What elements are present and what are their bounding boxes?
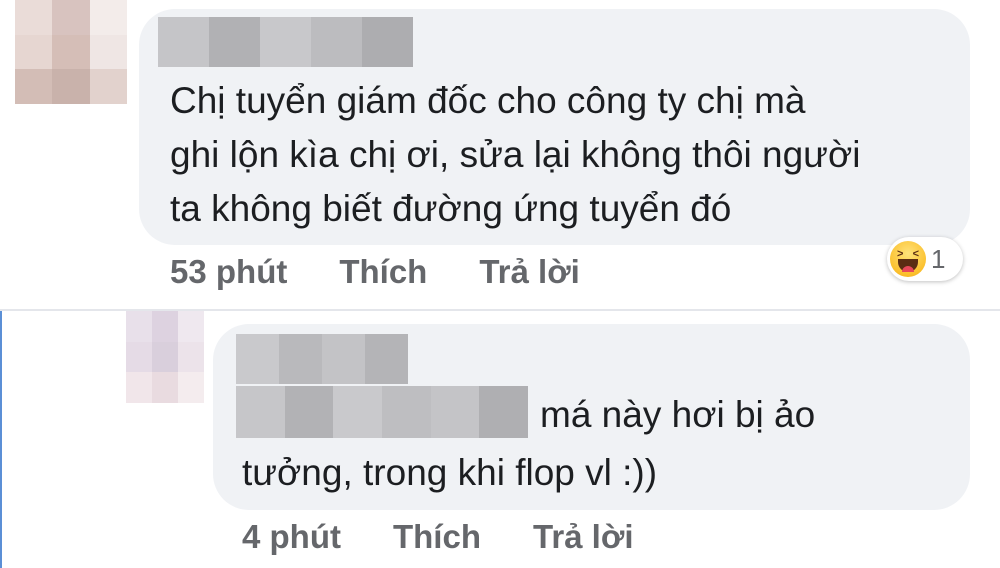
commenter-avatar-blurred[interactable] xyxy=(15,0,127,104)
haha-icon: > < xyxy=(890,241,926,277)
mention-tag-blurred[interactable] xyxy=(236,386,528,438)
reply-button[interactable]: Trả lời xyxy=(479,253,580,291)
comment-actions: 53 phút Thích Trả lời xyxy=(170,250,580,294)
commenter-name-blurred[interactable] xyxy=(158,17,413,67)
replier-avatar-blurred[interactable] xyxy=(126,311,204,403)
comment-text: Chị tuyển giám đốc cho công ty chị mà gh… xyxy=(170,80,861,229)
reply-reply-button[interactable]: Trả lời xyxy=(533,518,634,556)
reply-like-button[interactable]: Thích xyxy=(393,518,481,556)
reply-text-line-2: tưởng, trong khi flop vl :)) xyxy=(242,452,658,493)
reaction-summary[interactable]: > < 1 xyxy=(887,237,963,281)
reply-timestamp[interactable]: 4 phút xyxy=(242,518,341,556)
comment-timestamp[interactable]: 53 phút xyxy=(170,253,287,291)
reaction-count: 1 xyxy=(931,243,946,274)
like-button[interactable]: Thích xyxy=(339,253,427,291)
reply-text-line-1: má này hơi bị ảo xyxy=(540,394,816,435)
replier-name-blurred[interactable] xyxy=(236,334,408,384)
highlight-edge xyxy=(0,311,2,568)
reply-actions: 4 phút Thích Trả lời xyxy=(242,515,633,559)
